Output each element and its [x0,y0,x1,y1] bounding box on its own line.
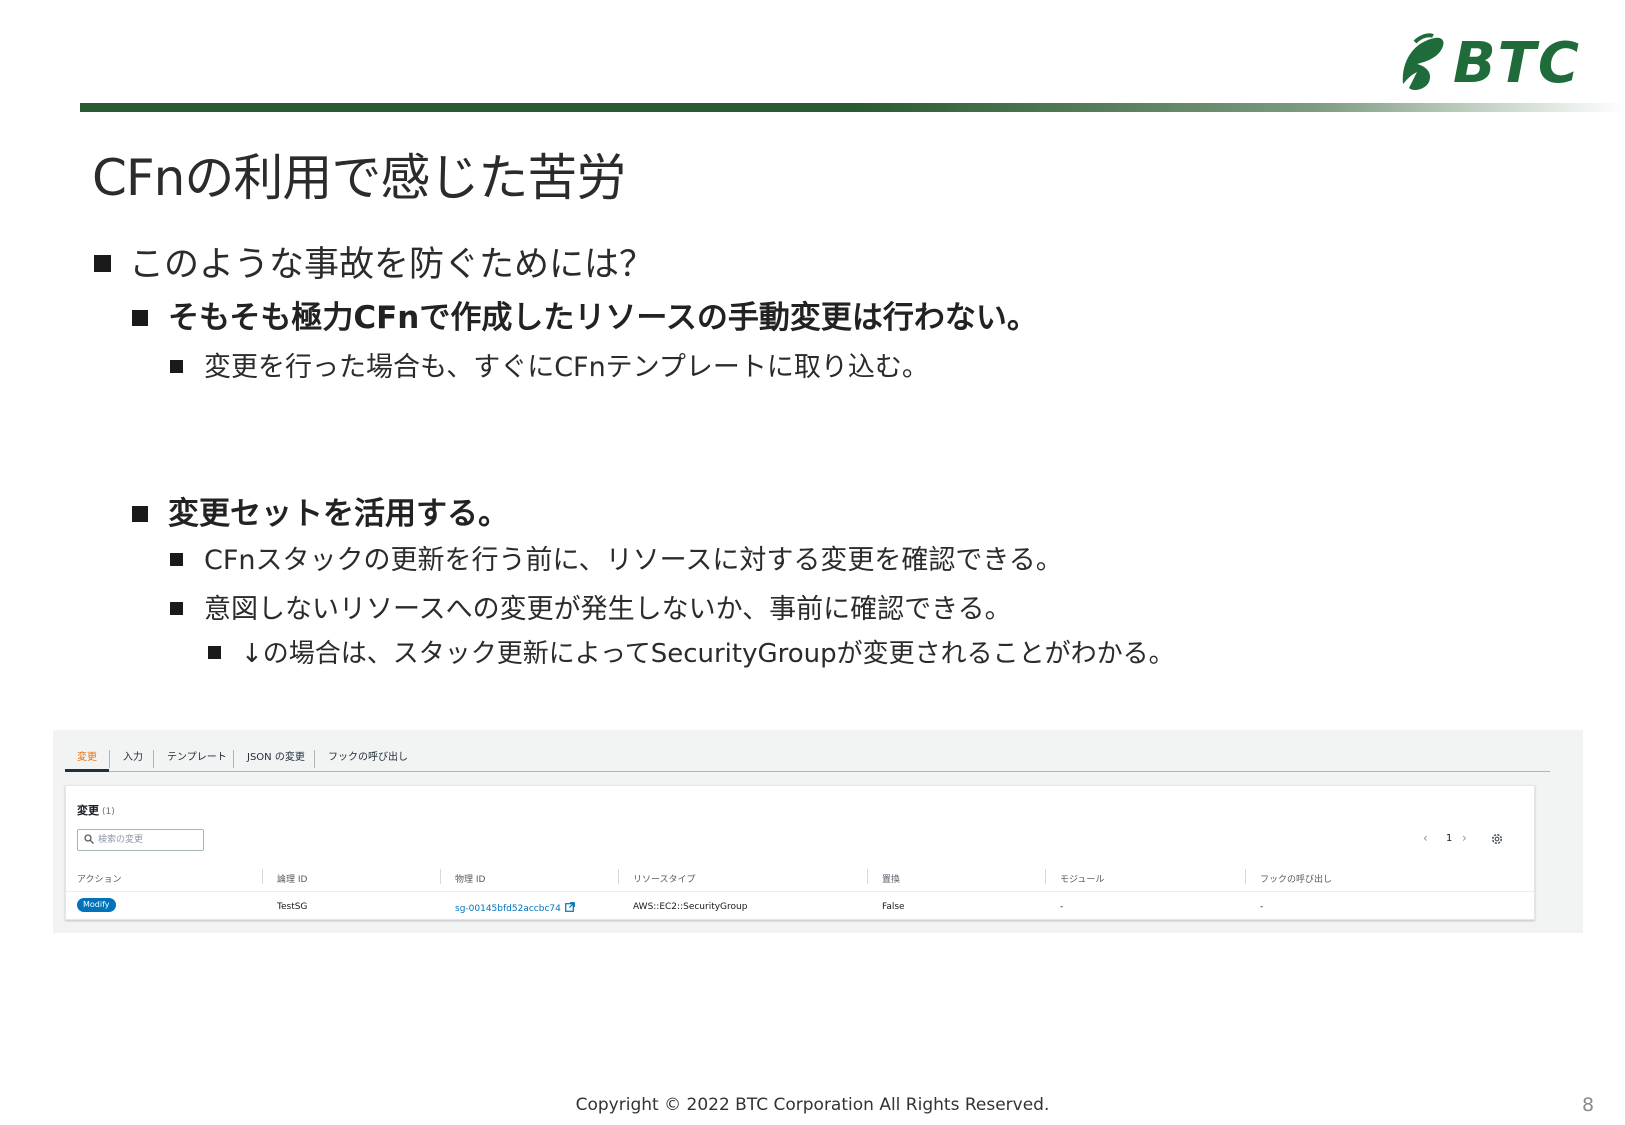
column-divider [262,869,263,884]
column-header-logical-id: 論理 ID [277,875,308,885]
search-field[interactable] [77,829,204,851]
bullet-square-icon [132,505,148,522]
pager-prev-button[interactable]: ‹ [1423,831,1428,845]
changeset-console-screenshot: 変更 入力 テンプレート JSON の変更 フックの呼び出し 変更(1) ‹ 1… [53,730,1583,933]
column-divider [867,869,868,884]
bullet-square-icon [208,646,221,659]
bullet-square-icon [94,254,111,272]
bullet-answer-2-sub-2-sub-1: ↓の場合は、スタック更新によってSecurityGroupが変更されることがわか… [208,633,1175,670]
changes-panel: 変更(1) ‹ 1 › アクション 論理 ID 物理 ID リソースタイプ 置換… [65,785,1535,920]
column-header-hook-invocations: フックの呼び出し [1260,875,1333,885]
tab-inputs[interactable]: 入力 [123,748,143,763]
logo-wordmark: BTC [1453,31,1581,96]
bullet-square-icon [170,602,183,615]
panel-title: 変更 (1) [77,804,115,817]
leaf-logo-icon [1402,33,1444,90]
bullet-square-icon [170,553,183,566]
column-header-action: アクション [77,875,122,885]
cell-hook-invocations: - [1260,902,1264,912]
bullet-answer-1-sub-1: 変更を行った場合も、すぐにCFnテンプレートに取り込む。 [170,345,929,384]
changes-count: (1) [102,807,115,817]
column-header-module: モジュール [1060,875,1105,885]
cell-module: - [1060,902,1064,912]
physical-id-link[interactable]: sg-00145bfd52accbc74 [455,902,575,914]
column-divider [440,869,441,884]
external-link-icon[interactable] [564,902,575,912]
tab-bar: 変更 入力 テンプレート JSON の変更 フックの呼び出し [65,740,1550,772]
search-input[interactable] [98,833,198,847]
tab-divider [233,750,234,768]
tab-json-changes[interactable]: JSON の変更 [247,748,305,763]
action-badge: Modify [77,898,116,912]
bullet-answer-1: そもそも極力CFnで作成したリソースの手動変更は行わない。 [132,292,1038,337]
cell-resource-type: AWS::EC2::SecurityGroup [633,902,748,912]
page-title: CFnの利用で感じた苦労 [92,149,626,207]
bullet-square-icon [132,309,148,326]
tab-divider [153,750,154,768]
gear-icon[interactable] [1490,832,1504,846]
pager-next-button[interactable]: › [1462,831,1467,845]
company-logo: BTC [1395,32,1595,96]
cell-replacement: False [882,902,905,912]
column-header-resource-type: リソースタイプ [633,875,696,885]
table-row-divider [66,891,1534,892]
bullet-question: このような事故を防ぐためには？ [94,236,654,287]
bullet-answer-2-sub-1: CFnスタックの更新を行う前に、リソースに対する変更を確認できる。 [170,538,1063,577]
bullet-answer-2: 変更セットを活用する。 [132,488,509,533]
column-divider [618,869,619,884]
tab-hook-invocations[interactable]: フックの呼び出し [328,748,408,763]
pager-page-number[interactable]: 1 [1446,833,1452,844]
tab-changes[interactable]: 変更 [77,748,97,763]
column-header-physical-id: 物理 ID [455,875,486,885]
tab-divider [314,750,315,768]
header-bar [80,103,1625,112]
column-divider [1045,869,1046,884]
bullet-answer-2-sub-2: 意図しないリソースへの変更が発生しないか、事前に確認できる。 [170,587,1012,626]
column-divider [1245,869,1246,884]
tab-template[interactable]: テンプレート [167,748,227,763]
active-tab-indicator [65,769,109,772]
bullet-square-icon [170,360,183,373]
tab-divider [109,750,110,768]
search-icon [84,834,94,844]
cell-logical-id: TestSG [277,902,308,912]
page-number: 8 [1582,1094,1595,1116]
copyright-footer: Copyright © 2022 BTC Corporation All Rig… [575,1095,1050,1115]
column-header-replacement: 置換 [882,875,901,885]
